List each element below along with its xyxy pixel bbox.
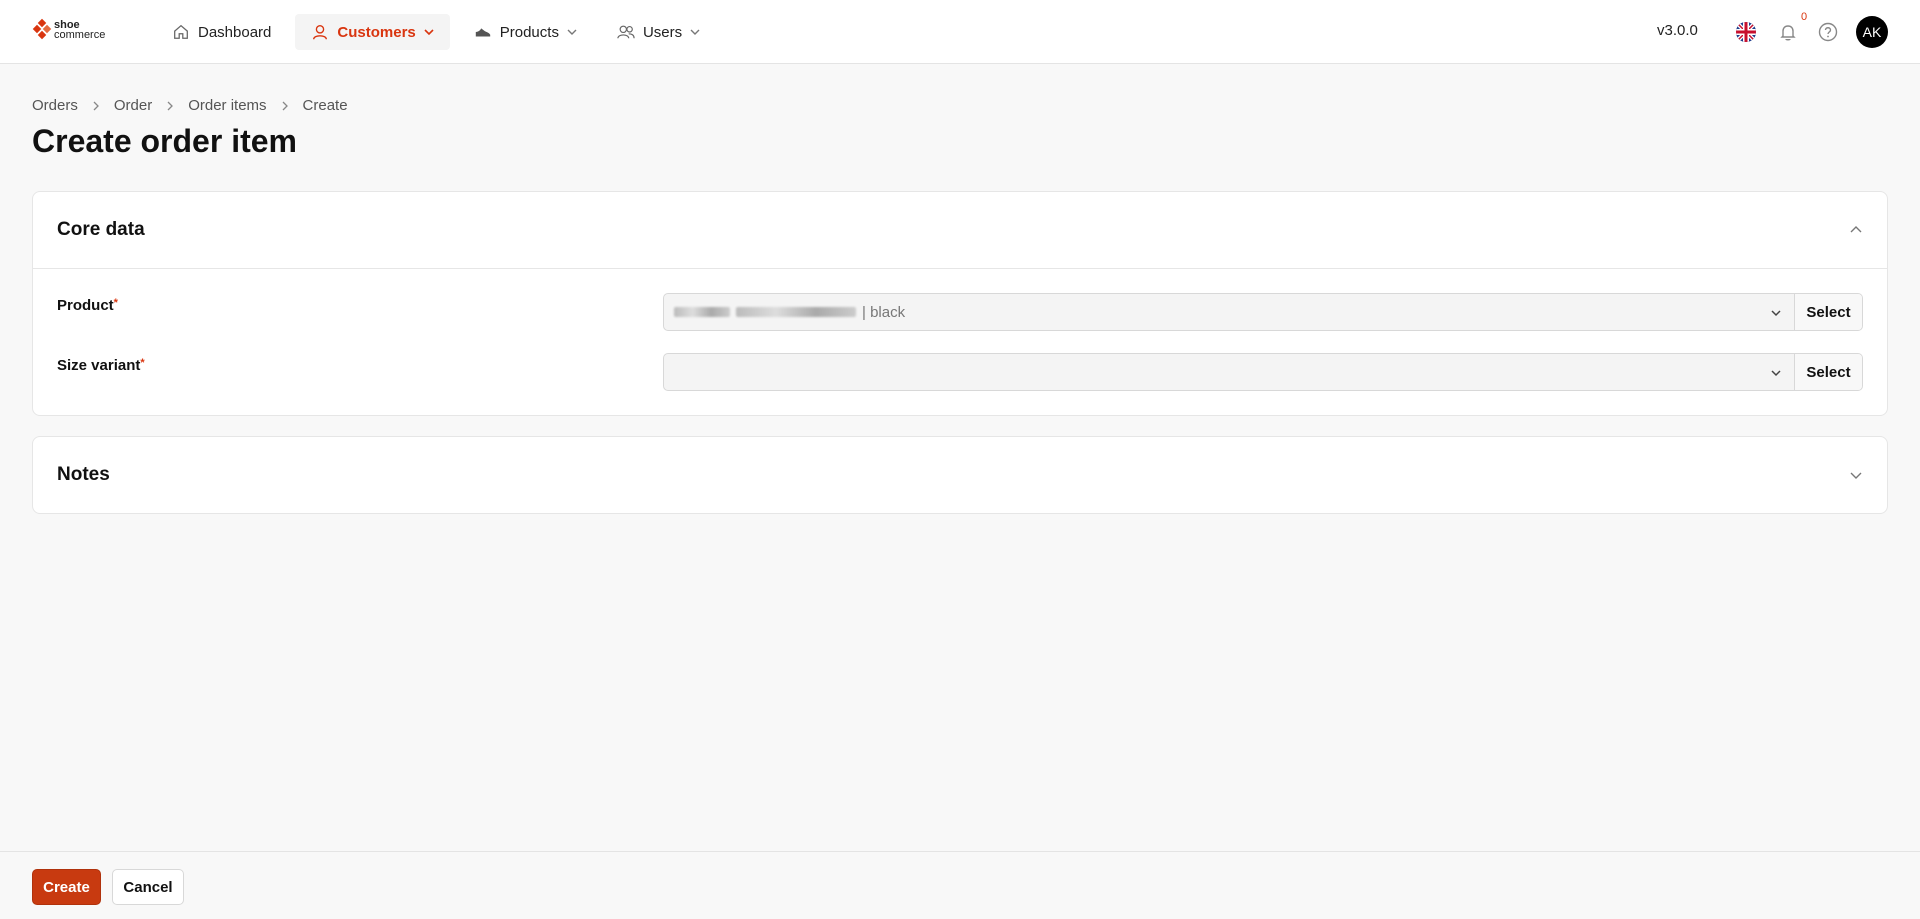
- product-select-value: | black: [862, 303, 906, 321]
- user-icon: [313, 25, 328, 40]
- nav-item-products-label: Products: [499, 23, 559, 41]
- product-select: | black Select: [663, 293, 1863, 331]
- nav-item-users-label: Users: [642, 23, 683, 41]
- breadcrumb-orders[interactable]: Orders: [32, 97, 78, 114]
- product-select-button[interactable]: Select: [1794, 294, 1862, 330]
- bell-icon[interactable]: [1778, 22, 1798, 42]
- create-button[interactable]: Create: [32, 869, 101, 905]
- help-icon[interactable]: [1818, 22, 1838, 42]
- product-label: Product*: [57, 293, 663, 314]
- notes-panel: Notes: [32, 436, 1888, 514]
- nav-item-users[interactable]: Users: [601, 14, 716, 50]
- product-select-box[interactable]: | black: [664, 294, 1794, 330]
- nav-item-customers[interactable]: Customers: [295, 14, 450, 50]
- nav-item-dashboard-label: Dashboard: [198, 23, 272, 41]
- required-marker: *: [140, 357, 145, 369]
- form-footer: Create Cancel: [0, 851, 1920, 919]
- logo-text: shoe commerce: [54, 20, 106, 41]
- cancel-button[interactable]: Cancel: [112, 869, 184, 905]
- avatar[interactable]: AK: [1856, 16, 1888, 48]
- product-label-text: Product: [57, 297, 114, 314]
- version-label: v3.0.0: [1657, 22, 1698, 39]
- notification-count-badge: 0: [1801, 11, 1808, 23]
- breadcrumb: Orders Order Order items Create: [32, 97, 348, 114]
- size-variant-select: Select: [663, 353, 1863, 391]
- nav-item-customers-label: Customers: [337, 23, 416, 41]
- size-variant-field-row: Size variant* Select: [57, 353, 1863, 391]
- chevron-down-icon: [424, 29, 434, 36]
- size-variant-select-button[interactable]: Select: [1794, 354, 1862, 390]
- chevron-down-icon: [567, 29, 577, 35]
- logo-line2: commerce: [54, 29, 106, 41]
- product-field-row: Product* | black Select: [57, 293, 1863, 331]
- top-navigation-bar: shoe commerce Dashboard Customers Produc…: [0, 0, 1920, 64]
- chevron-right-icon: [282, 101, 288, 110]
- uk-flag-icon[interactable]: [1736, 22, 1756, 42]
- required-marker: *: [113, 297, 118, 309]
- logo-mark-icon: [32, 18, 52, 40]
- nav-item-dashboard[interactable]: Dashboard: [156, 14, 287, 50]
- shoe-icon: [475, 28, 490, 37]
- chevron-down-icon[interactable]: [1770, 307, 1782, 319]
- redacted-text: [736, 307, 856, 317]
- breadcrumb-create: Create: [302, 97, 348, 114]
- notes-header[interactable]: Notes: [33, 437, 1887, 513]
- core-data-title: Core data: [57, 219, 145, 240]
- nav-item-products[interactable]: Products: [458, 14, 593, 50]
- chevron-right-icon: [167, 101, 174, 110]
- chevron-down-icon: [690, 29, 700, 35]
- chevron-down-icon[interactable]: [1849, 468, 1863, 482]
- core-data-header[interactable]: Core data: [33, 192, 1887, 268]
- core-data-panel: Core data Product* | black Select Size v…: [32, 191, 1888, 416]
- users-icon: [617, 25, 635, 39]
- size-variant-select-box[interactable]: [664, 354, 1794, 390]
- main-nav: Dashboard Customers Products Users: [156, 14, 724, 50]
- chevron-up-icon[interactable]: [1849, 223, 1863, 237]
- breadcrumb-order[interactable]: Order: [114, 97, 152, 114]
- chevron-right-icon: [93, 101, 99, 110]
- size-variant-label: Size variant*: [57, 353, 663, 374]
- redacted-text: [674, 307, 730, 317]
- core-data-body: Product* | black Select Size variant* Se…: [33, 268, 1887, 415]
- notes-title: Notes: [57, 464, 110, 485]
- shoe-commerce-logo[interactable]: shoe commerce: [32, 18, 106, 41]
- size-variant-label-text: Size variant: [57, 357, 141, 374]
- page-title: Create order item: [32, 123, 297, 159]
- chevron-down-icon[interactable]: [1770, 367, 1782, 379]
- home-icon: [174, 24, 188, 39]
- breadcrumb-order-items[interactable]: Order items: [188, 97, 266, 114]
